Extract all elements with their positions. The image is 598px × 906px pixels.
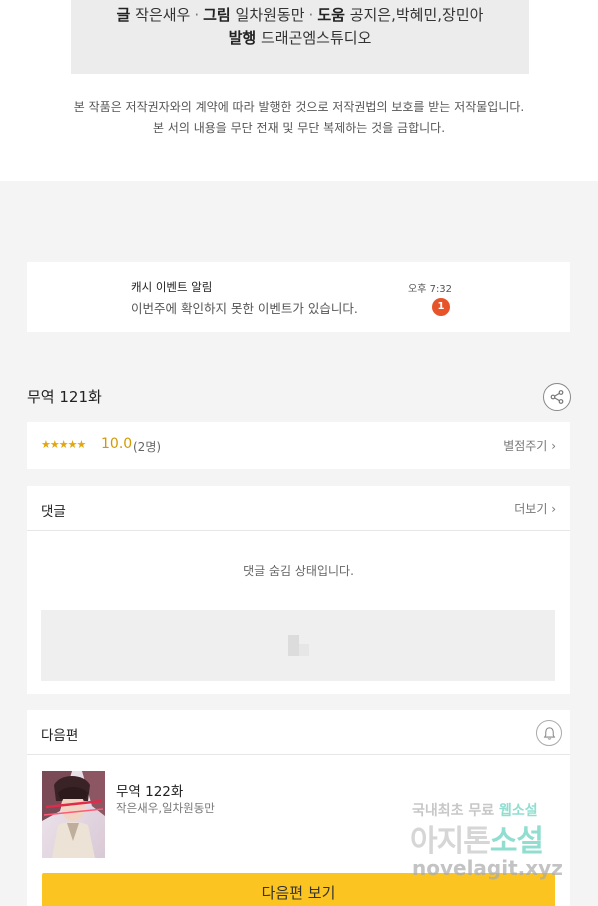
next-episode-author: 작은새우,일차원동만: [116, 801, 215, 815]
credits-line-2: 발행 드래곤엠스튜디오: [71, 27, 529, 48]
notification-title: 캐시 이벤트 알림: [131, 280, 213, 294]
rate-label: 별점주기: [503, 439, 548, 453]
assist-names: 공지은,박혜민,장민아: [349, 6, 484, 24]
notification-badge: 1: [432, 298, 450, 316]
rating-count: (2명): [133, 440, 162, 454]
watermark-line-2b: 소설: [489, 824, 544, 859]
comments-hidden-message: 댓글 숨김 상태입니다.: [243, 564, 354, 578]
share-button[interactable]: [543, 383, 571, 411]
copyright-line-1: 본 작품은 저작권자와의 계약에 따라 발행한 것으로 저작권법의 보호를 받는…: [73, 100, 525, 114]
assist-label: 도움: [317, 6, 345, 24]
credits-section: 글 작은새우 · 그림 일차원동만 · 도움 공지은,박혜민,장민아 발행 드래곤엠스튜…: [0, 0, 598, 181]
comments-header: 댓글 더보기 ›: [27, 486, 570, 531]
writer-label: 글: [116, 6, 131, 24]
episode-title: 무역 121화: [27, 388, 102, 406]
art-label: 그림: [203, 6, 231, 24]
site-watermark: 국내최초 무료 웹소설 아지톤소설 novelagit.xyz: [410, 798, 580, 888]
comments-more-link[interactable]: 더보기 ›: [514, 500, 556, 517]
art-name: 일차원동만: [235, 6, 305, 24]
writer-name: 작은새우: [135, 6, 191, 24]
rate-button[interactable]: 별점주기 ›: [503, 437, 556, 454]
credits-line-1: 글 작은새우 · 그림 일차원동만 · 도움 공지은,박혜민,장민아: [71, 4, 529, 25]
next-episode-thumbnail[interactable]: [42, 771, 105, 858]
publisher-name: 드래곤엠스튜디오: [260, 29, 372, 47]
star-rating-icons: ★★★★★: [41, 438, 86, 451]
share-icon: [550, 390, 564, 404]
copyright-line-2: 본 서의 내용을 무단 전재 및 무단 복제하는 것을 금합니다.: [152, 121, 446, 135]
notify-bell-button[interactable]: [536, 720, 562, 746]
bell-icon: [543, 726, 555, 740]
next-episode-title: 무역 122화: [116, 784, 184, 800]
watermark-url: novelagit.xyz: [412, 856, 563, 880]
next-episode-header: 다음편: [27, 710, 570, 755]
notification-time: 오후 7:32: [408, 284, 453, 295]
more-label: 더보기: [514, 502, 548, 516]
next-episode-label: 다음편: [41, 728, 79, 744]
image-placeholder-icon: [288, 635, 309, 656]
cash-event-notification[interactable]: 캐시 이벤트 알림 이번주에 확인하지 못한 이벤트가 있습니다. 오후 7:3…: [27, 262, 570, 332]
notification-message: 이번주에 확인하지 못한 이벤트가 있습니다.: [131, 301, 358, 316]
thumbnail-image: [42, 771, 105, 858]
chevron-right-icon: ›: [551, 502, 556, 516]
watermark-line-2: 아지톤소설: [410, 816, 544, 860]
rating-score: 10.0: [101, 436, 133, 452]
separator: ·: [194, 6, 200, 24]
chevron-right-icon: ›: [551, 439, 556, 453]
comments-label: 댓글: [41, 504, 66, 520]
separator: ·: [308, 6, 314, 24]
comments-card: 댓글 더보기 › 댓글 숨김 상태입니다.: [27, 486, 570, 694]
watermark-line-2a: 아지톤: [410, 824, 491, 859]
publisher-label: 발행: [228, 29, 257, 47]
rating-card: ★★★★★ 10.0 (2명) 별점주기 ›: [27, 422, 570, 469]
comment-input-area[interactable]: [41, 610, 555, 681]
credits-box: 글 작은새우 · 그림 일차원동만 · 도움 공지은,박혜민,장민아 발행 드래곤엠스튜…: [71, 0, 529, 74]
